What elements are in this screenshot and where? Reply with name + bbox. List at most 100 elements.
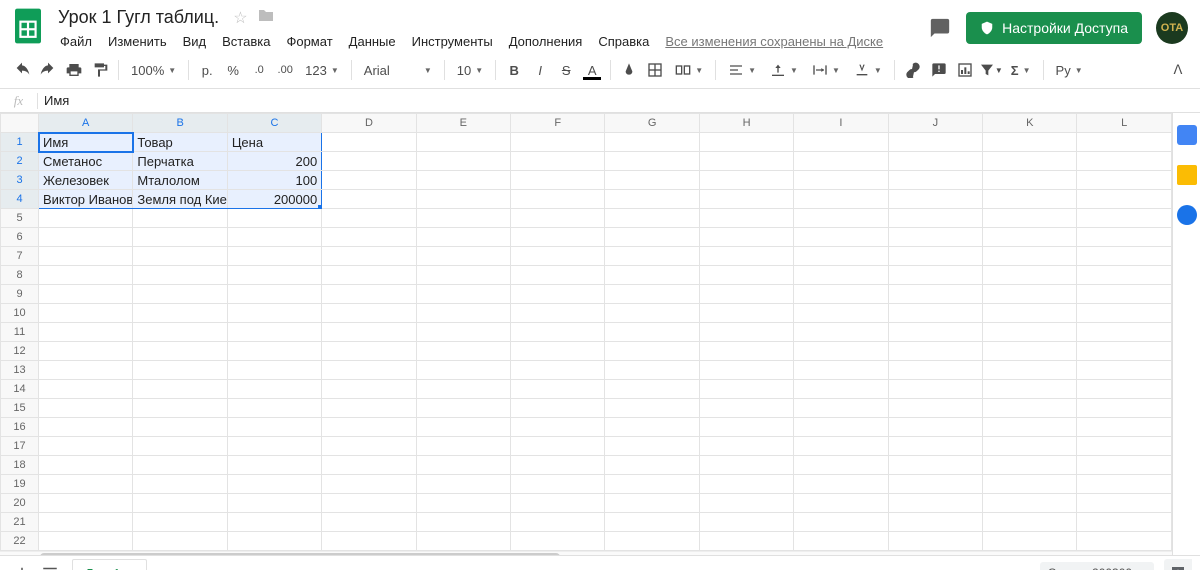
cell-D18[interactable] [322,456,416,475]
comments-icon[interactable] [928,16,952,40]
font-combo[interactable]: Arial▼ [358,63,438,78]
cell-B21[interactable] [133,513,227,532]
cell-B3[interactable]: Мталолом [133,171,227,190]
cell-D16[interactable] [322,418,416,437]
row-header-19[interactable]: 19 [1,475,39,494]
cell-C1[interactable]: Цена [227,133,321,152]
row-header-10[interactable]: 10 [1,304,39,323]
cell-H16[interactable] [699,418,793,437]
cell-K15[interactable] [983,399,1077,418]
cell-B10[interactable] [133,304,227,323]
cell-E20[interactable] [416,494,510,513]
cell-A2[interactable]: Сметанос [39,152,133,171]
cell-G21[interactable] [605,513,699,532]
cell-J20[interactable] [888,494,982,513]
cell-J2[interactable] [888,152,982,171]
share-button[interactable]: Настройки Доступа [966,12,1142,44]
cell-F7[interactable] [511,247,605,266]
cell-B17[interactable] [133,437,227,456]
cell-I10[interactable] [794,304,888,323]
cell-E10[interactable] [416,304,510,323]
cell-L4[interactable] [1077,190,1172,209]
cell-K16[interactable] [983,418,1077,437]
cell-D12[interactable] [322,342,416,361]
cell-G5[interactable] [605,209,699,228]
cell-E6[interactable] [416,228,510,247]
cell-F21[interactable] [511,513,605,532]
cell-K2[interactable] [983,152,1077,171]
cell-K11[interactable] [983,323,1077,342]
row-header-5[interactable]: 5 [1,209,39,228]
cell-E2[interactable] [416,152,510,171]
cell-K12[interactable] [983,342,1077,361]
cell-L2[interactable] [1077,152,1172,171]
cell-K20[interactable] [983,494,1077,513]
cell-C2[interactable]: 200 [227,152,321,171]
cell-H21[interactable] [699,513,793,532]
cell-B6[interactable] [133,228,227,247]
cell-E22[interactable] [416,532,510,551]
account-avatar[interactable]: OTA [1156,12,1188,44]
cell-A18[interactable] [39,456,133,475]
cell-J12[interactable] [888,342,982,361]
format-percent-button[interactable]: % [221,58,245,82]
cell-L7[interactable] [1077,247,1172,266]
cell-G19[interactable] [605,475,699,494]
cell-H13[interactable] [699,361,793,380]
cell-L9[interactable] [1077,285,1172,304]
text-rotation-combo[interactable]: ▼ [848,62,888,78]
cell-F1[interactable] [511,133,605,152]
cell-K3[interactable] [983,171,1077,190]
cell-L13[interactable] [1077,361,1172,380]
cell-D2[interactable] [322,152,416,171]
cell-G11[interactable] [605,323,699,342]
cell-K14[interactable] [983,380,1077,399]
cell-C18[interactable] [227,456,321,475]
cell-L21[interactable] [1077,513,1172,532]
cell-B2[interactable]: Перчатка [133,152,227,171]
cell-I6[interactable] [794,228,888,247]
cell-K1[interactable] [983,133,1077,152]
cell-J11[interactable] [888,323,982,342]
cell-D22[interactable] [322,532,416,551]
cell-I8[interactable] [794,266,888,285]
cell-I9[interactable] [794,285,888,304]
cell-B11[interactable] [133,323,227,342]
cell-A7[interactable] [39,247,133,266]
cell-D13[interactable] [322,361,416,380]
cell-L15[interactable] [1077,399,1172,418]
cell-K22[interactable] [983,532,1077,551]
menu-данные[interactable]: Данные [343,31,402,52]
cell-A11[interactable] [39,323,133,342]
row-header-8[interactable]: 8 [1,266,39,285]
cell-H22[interactable] [699,532,793,551]
tasks-sidebar-icon[interactable] [1177,205,1197,225]
cell-E19[interactable] [416,475,510,494]
cell-H20[interactable] [699,494,793,513]
cell-D7[interactable] [322,247,416,266]
cell-A15[interactable] [39,399,133,418]
cell-I7[interactable] [794,247,888,266]
cell-C13[interactable] [227,361,321,380]
cell-L11[interactable] [1077,323,1172,342]
column-header-H[interactable]: H [699,114,793,133]
menu-инструменты[interactable]: Инструменты [406,31,499,52]
cell-C4[interactable]: 200000 [227,190,321,209]
cell-F17[interactable] [511,437,605,456]
cell-E21[interactable] [416,513,510,532]
cell-G6[interactable] [605,228,699,247]
cell-K6[interactable] [983,228,1077,247]
column-header-E[interactable]: E [416,114,510,133]
cell-C20[interactable] [227,494,321,513]
cell-A21[interactable] [39,513,133,532]
keep-sidebar-icon[interactable] [1177,165,1197,185]
cell-F6[interactable] [511,228,605,247]
cell-H14[interactable] [699,380,793,399]
cell-A5[interactable] [39,209,133,228]
cell-B18[interactable] [133,456,227,475]
cell-F4[interactable] [511,190,605,209]
more-formats-combo[interactable]: 123▼ [299,63,345,78]
cell-J17[interactable] [888,437,982,456]
row-header-18[interactable]: 18 [1,456,39,475]
cell-D5[interactable] [322,209,416,228]
